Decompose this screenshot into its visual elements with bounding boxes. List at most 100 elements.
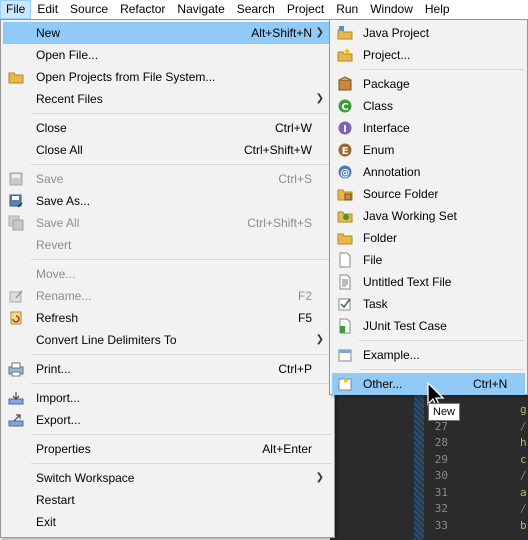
separator <box>31 354 331 355</box>
svg-text:E: E <box>342 146 349 157</box>
separator <box>31 463 331 464</box>
line-number: 31 <box>434 485 448 499</box>
menu-item-java-project[interactable]: Java Project <box>332 22 525 44</box>
class-icon: C <box>337 98 353 114</box>
menu-item-class[interactable]: C Class <box>332 95 525 117</box>
line-numbers: 27 28 29 30 31 32 33 <box>426 402 448 534</box>
submenu-arrow-icon: ❯ <box>315 334 324 345</box>
menu-item-junit-test-case[interactable]: JUnit Test Case <box>332 315 525 337</box>
menu-item-label: Class <box>363 99 394 113</box>
line-number: 29 <box>434 452 448 466</box>
submenu-arrow-icon: ❯ <box>315 93 324 104</box>
menu-item-label: Move... <box>36 267 76 281</box>
menu-item-example[interactable]: Example... <box>332 344 525 366</box>
menu-item-label: Java Working Set <box>363 209 457 223</box>
separator <box>31 113 331 114</box>
menu-item-enum[interactable]: E Enum <box>332 139 525 161</box>
menu-item-close[interactable]: Close Ctrl+W <box>3 117 332 139</box>
project-icon <box>337 47 353 63</box>
menu-item-label: Source Folder <box>363 187 439 201</box>
separator <box>31 383 331 384</box>
menu-file[interactable]: File <box>0 0 32 19</box>
menu-search[interactable]: Search <box>231 0 281 19</box>
menu-item-save-all[interactable]: Save All Ctrl+Shift+S <box>3 212 332 234</box>
menu-item-exit[interactable]: Exit <box>3 511 332 533</box>
menu-item-label: Open Projects from File System... <box>36 70 216 84</box>
menu-item-label: Task <box>363 297 388 311</box>
separator <box>359 340 524 341</box>
import-icon <box>8 390 24 406</box>
working-set-icon <box>337 208 353 224</box>
menu-edit[interactable]: Edit <box>31 0 64 19</box>
menu-item-close-all[interactable]: Close All Ctrl+Shift+W <box>3 139 332 161</box>
menu-item-save-as[interactable]: Save As... <box>3 190 332 212</box>
svg-text:@: @ <box>340 168 350 179</box>
menu-item-recent-files[interactable]: Recent Files ❯ <box>3 88 332 110</box>
menu-item-label: Close All <box>36 143 83 157</box>
menu-item-label: Interface <box>363 121 410 135</box>
code-line: c <box>520 452 527 466</box>
menu-item-restart[interactable]: Restart <box>3 489 332 511</box>
menu-item-label: Switch Workspace <box>36 471 135 485</box>
menu-item-file[interactable]: File <box>332 249 525 271</box>
example-icon <box>337 347 353 363</box>
menu-item-export[interactable]: Export... <box>3 409 332 431</box>
shortcut: F2 <box>297 289 312 303</box>
menu-source[interactable]: Source <box>64 0 114 19</box>
menu-item-label: Save As... <box>36 194 91 208</box>
menu-navigate[interactable]: Navigate <box>171 0 230 19</box>
svg-text:C: C <box>341 102 348 113</box>
line-number: 28 <box>434 436 448 449</box>
code-line: / <box>520 419 527 433</box>
menu-item-switch-workspace[interactable]: Switch Workspace ❯ <box>3 467 332 489</box>
shortcut: Alt+Shift+N <box>251 26 312 40</box>
menu-item-folder[interactable]: Folder <box>332 227 525 249</box>
menu-item-save[interactable]: Save Ctrl+S <box>3 168 332 190</box>
menu-item-open-projects[interactable]: Open Projects from File System... <box>3 66 332 88</box>
menu-item-untitled-text-file[interactable]: Untitled Text File <box>332 271 525 293</box>
code-line: b <box>520 518 527 532</box>
separator <box>31 164 331 165</box>
menu-item-move[interactable]: Move... <box>3 263 332 285</box>
task-icon <box>337 296 353 312</box>
line-number: 32 <box>434 502 448 515</box>
menu-item-annotation[interactable]: @ Annotation <box>332 161 525 183</box>
menu-item-source-folder[interactable]: Source Folder <box>332 183 525 205</box>
menu-window[interactable]: Window <box>364 0 419 19</box>
menu-project[interactable]: Project <box>281 0 330 19</box>
menu-help[interactable]: Help <box>419 0 456 19</box>
menu-item-label: Properties <box>36 442 91 456</box>
menu-item-java-working-set[interactable]: Java Working Set <box>332 205 525 227</box>
java-project-icon <box>337 25 353 41</box>
menu-item-label: Restart <box>36 493 75 507</box>
separator <box>31 259 331 260</box>
menu-item-revert[interactable]: Revert <box>3 234 332 256</box>
menu-item-interface[interactable]: I Interface <box>332 117 525 139</box>
menu-item-project[interactable]: Project... <box>332 44 525 66</box>
file-menu: New Alt+Shift+N ❯ Open File... Open Proj… <box>0 19 335 538</box>
menu-item-new[interactable]: New Alt+Shift+N ❯ <box>3 22 332 44</box>
refresh-icon <box>8 310 24 326</box>
interface-icon: I <box>337 120 353 136</box>
menu-run[interactable]: Run <box>330 0 364 19</box>
menu-item-convert-line-delimiters[interactable]: Convert Line Delimiters To ❯ <box>3 329 332 351</box>
menu-refactor[interactable]: Refactor <box>114 0 171 19</box>
menu-item-rename[interactable]: Rename... F2 <box>3 285 332 307</box>
menu-item-refresh[interactable]: Refresh F5 <box>3 307 332 329</box>
menu-item-open-file[interactable]: Open File... <box>3 44 332 66</box>
menu-item-properties[interactable]: Properties Alt+Enter <box>3 438 332 460</box>
junit-icon <box>337 318 353 334</box>
menu-item-import[interactable]: Import... <box>3 387 332 409</box>
code-text: g / h c / a / b <box>520 402 527 534</box>
rename-icon <box>8 288 24 304</box>
menu-item-task[interactable]: Task <box>332 293 525 315</box>
menu-item-label: Folder <box>363 231 398 245</box>
shortcut: Alt+Enter <box>262 442 312 456</box>
submenu-arrow-icon: ❯ <box>315 27 324 38</box>
menu-item-package[interactable]: Package <box>332 73 525 95</box>
shortcut: Ctrl+N <box>473 377 508 391</box>
shortcut: Ctrl+Shift+S <box>247 216 312 230</box>
menu-item-label: Revert <box>36 238 72 252</box>
menu-item-label: Exit <box>36 515 57 529</box>
menu-item-print[interactable]: Print... Ctrl+P <box>3 358 332 380</box>
